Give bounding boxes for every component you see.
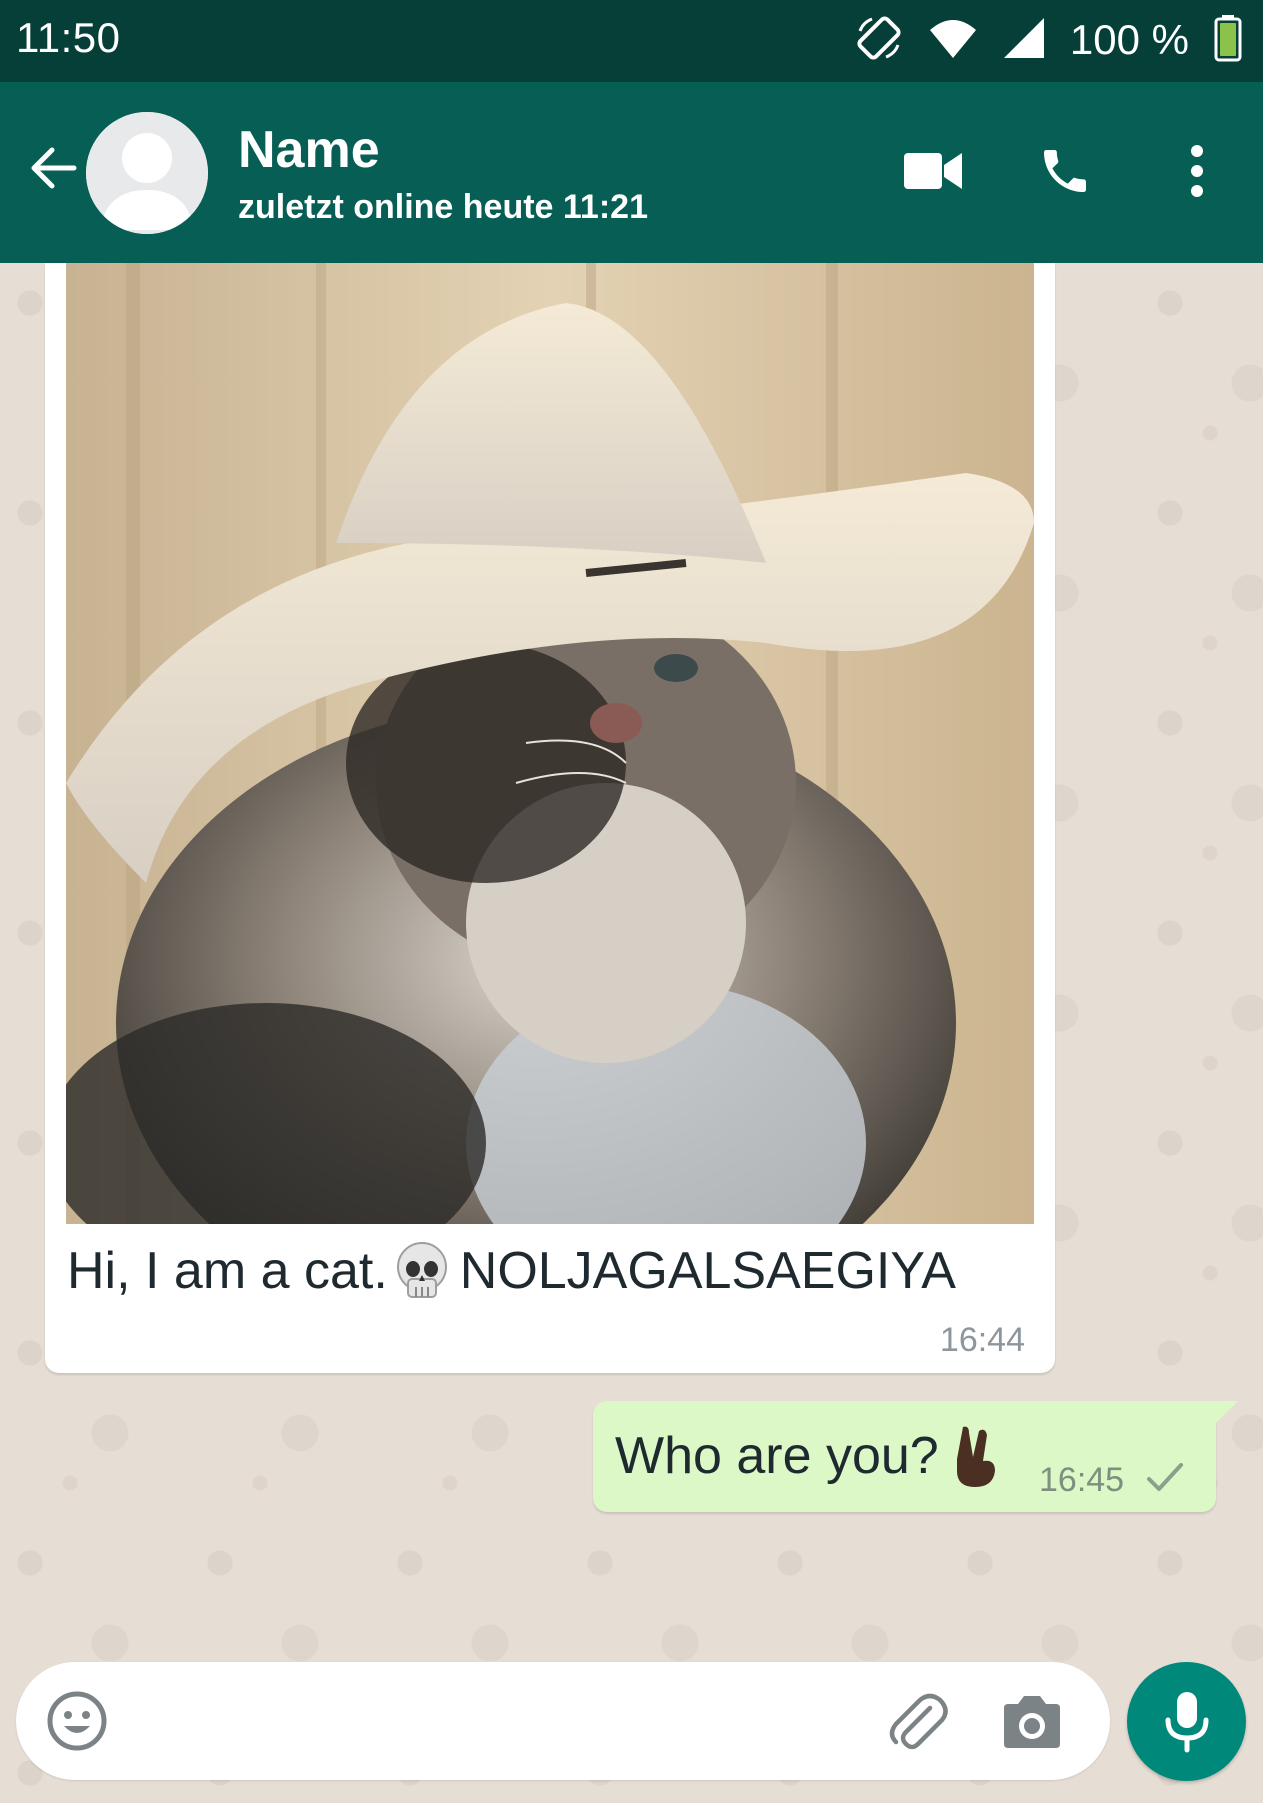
message-text: Who are you? [615,1427,939,1485]
chat-area[interactable]: Hi, I am a cat. NOLJAGALSAEGIYA 16:44 Wh… [0,263,1263,1803]
battery-percent: 100 % [1069,16,1189,63]
avatar-placeholder-icon[interactable] [86,112,208,234]
wifi-icon [928,16,978,65]
signal-icon [1002,16,1046,65]
more-vert-icon[interactable] [1162,136,1232,206]
outgoing-message-text: Who are you? [615,1423,1001,1489]
victory-hand-emoji [949,1423,1001,1489]
back-arrow-icon[interactable] [24,140,80,196]
message-input[interactable] [136,1686,876,1756]
emoji-icon[interactable] [46,1690,108,1752]
message-composer [16,1662,1110,1780]
contact-name[interactable]: Name [238,120,380,180]
video-call-icon[interactable] [898,136,968,206]
caption-text-start: Hi, I am a cat. [67,1242,388,1300]
skull-emoji [394,1241,450,1301]
message-caption: Hi, I am a cat. NOLJAGALSAEGIYA [67,1241,956,1301]
outgoing-message-bubble[interactable]: Who are you? 16:45 [593,1401,1238,1512]
rotate-icon [854,13,904,68]
last-seen-status: zuletzt online heute 11:21 [238,188,648,226]
battery-icon [1213,14,1243,67]
cat-cowboy-hat-photo[interactable] [66,263,1034,1224]
phone-call-icon[interactable] [1030,136,1100,206]
chat-header: Name zuletzt online heute 11:21 [0,82,1263,263]
status-bar: 11:50 100 % [0,0,1263,82]
status-icons: 100 % [854,14,1243,66]
microphone-icon[interactable] [1127,1662,1246,1781]
message-timestamp: 16:44 [939,1321,1025,1359]
message-timestamp: 16:45 [1039,1461,1125,1499]
paperclip-icon[interactable] [884,1688,950,1754]
status-time: 11:50 [16,14,121,61]
bubble-tail [1214,1401,1238,1425]
camera-icon[interactable] [1000,1690,1064,1754]
incoming-message-bubble[interactable]: Hi, I am a cat. NOLJAGALSAEGIYA 16:44 [45,263,1055,1373]
sent-single-check-icon [1145,1459,1185,1495]
caption-text-end: NOLJAGALSAEGIYA [459,1242,956,1300]
